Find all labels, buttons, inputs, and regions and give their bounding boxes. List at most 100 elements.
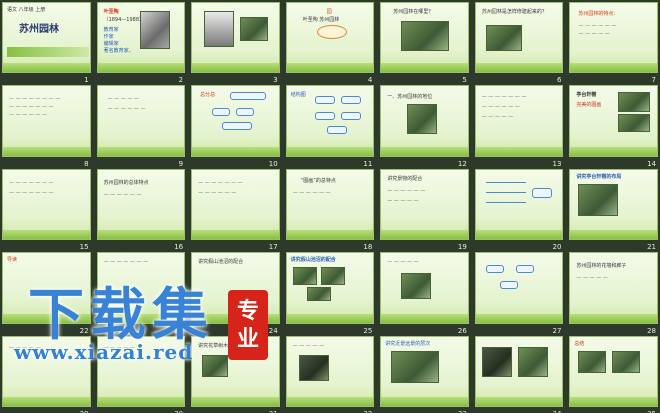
slide-number: 23 <box>174 326 184 335</box>
slide-thumb-28[interactable]: 苏州园林的花墙和廊子 — — — — — 28 <box>569 252 658 335</box>
slide-thumb-18[interactable]: “图画”的总特点 — — — — — — 18 <box>285 168 375 251</box>
slide-number: 19 <box>457 243 467 252</box>
author-line: 编辑家 <box>103 41 119 47</box>
slide-thumb-13[interactable]: — — — — — — — — — — — — — — — — — — 13 <box>474 85 564 168</box>
slide-banner: 讲究假山池沼的配合 <box>290 257 336 264</box>
slide-number: 5 <box>462 76 467 85</box>
garden-photo <box>391 350 440 383</box>
garden-photo <box>481 346 512 377</box>
diagram-box <box>314 96 335 105</box>
slide-thumb-21[interactable]: 讲究亭台轩榭的布局 21 <box>569 168 658 251</box>
slide-number: 14 <box>647 159 656 168</box>
slide-thumb-29[interactable]: — — — — — 29 <box>2 335 91 413</box>
slide-label: 结构图 <box>290 92 306 99</box>
slide-thumb-14[interactable]: 亭台轩榭 完美的图画 14 <box>569 85 658 168</box>
slide-number: 3 <box>273 76 278 85</box>
slide-thumb-5[interactable]: 苏州园林在哪里？ 5 <box>380 2 469 84</box>
slide-preview: — — — — — <box>380 252 469 324</box>
garden-photo <box>517 346 548 377</box>
slide-thumb-2[interactable]: 叶圣陶 （1894—1988） 教育家 作家 编辑家 著名教育家。 2 <box>96 2 186 84</box>
slide-text: 讲究假山池沼的配合 <box>198 259 244 266</box>
slide-thumb-4[interactable]: 园 叶圣陶 苏州园林 4 <box>285 2 375 84</box>
slide-thumbnail-grid: 语文 八年级 上册 苏州园林 1 叶圣陶 （1894—1988） 教育家 作家 … <box>0 0 660 413</box>
slide-thumb-35[interactable]: 总结 35 <box>569 335 658 413</box>
slide-thumb-17[interactable]: — — — — — — — — — — — — — 17 <box>191 168 280 251</box>
slide-preview <box>474 252 564 324</box>
slide-preview: 总分总 <box>191 85 280 157</box>
garden-photo <box>578 183 619 216</box>
garden-photo <box>618 92 651 113</box>
slide-label: 导读 <box>7 257 18 264</box>
slide-preview: 结构图 <box>285 85 375 157</box>
author-portrait <box>139 11 170 49</box>
slide-preview: 叶圣陶 （1894—1988） 教育家 作家 编辑家 著名教育家。 <box>96 2 186 74</box>
slide-thumb-27[interactable]: 27 <box>474 252 564 335</box>
slide-thumb-11[interactable]: 结构图 11 <box>285 85 375 168</box>
slide-preview: 讲究亭台轩榭的布局 <box>569 168 658 241</box>
slide-thumb-8[interactable]: — — — — — — — — — — — — — — — — — — — — … <box>2 85 91 168</box>
diagram-box <box>340 96 361 105</box>
slide-number: 24 <box>268 326 278 335</box>
slide-thumb-6[interactable]: 苏州园林是怎样修建起来的？ 6 <box>474 2 564 84</box>
slide-thumb-9[interactable]: — — — — — — — — — — — 9 <box>96 85 186 168</box>
slide-label: 讲究近景远景的层次 <box>385 340 431 347</box>
garden-photo <box>401 21 450 51</box>
slide-heading: 亭台轩榭 <box>576 92 597 99</box>
garden-photo <box>320 267 345 286</box>
diagram-line <box>485 201 526 203</box>
slide-thumb-16[interactable]: 苏州园林的总体特点 — — — — — — 16 <box>96 168 186 251</box>
slide-number: 22 <box>79 326 89 335</box>
slide-number: 4 <box>367 76 373 85</box>
slide-thumb-34[interactable]: 34 <box>474 335 564 413</box>
slide-number: 26 <box>457 326 467 335</box>
slide-preview: 苏州园林的花墙和廊子 — — — — — <box>569 252 658 324</box>
diagram-box <box>236 108 255 117</box>
slide-text: 总分总 <box>200 92 216 99</box>
slide-number: 25 <box>363 326 373 335</box>
slide-thumb-22[interactable]: 导读 22 <box>2 252 91 335</box>
slide-thumb-19[interactable]: 讲究景物的配合 — — — — — — — — — — — 19 <box>380 168 469 251</box>
slide-preview: 导读 <box>2 252 91 324</box>
diagram-box <box>485 265 504 274</box>
slide-number: 7 <box>651 76 656 85</box>
slide-preview: 总结 <box>569 335 658 407</box>
slide-number: 2 <box>178 76 184 85</box>
garden-photo <box>202 354 229 377</box>
slide-thumb-12[interactable]: 一、苏州园林的地位 12 <box>380 85 469 168</box>
slide-thumb-33[interactable]: 讲究近景远景的层次 33 <box>380 335 469 413</box>
slide-thumb-1[interactable]: 语文 八年级 上册 苏州园林 1 <box>2 2 91 84</box>
author-years: （1894—1988） <box>103 17 145 23</box>
slide-thumb-10[interactable]: 总分总 10 <box>191 85 280 168</box>
slide-thumb-31[interactable]: 讲究花草树木的映衬 31 <box>191 335 280 413</box>
slide-thumb-32[interactable]: — — — — — 32 <box>285 335 375 413</box>
slide-thumb-20[interactable]: 20 <box>474 168 564 251</box>
slide-thumb-15[interactable]: — — — — — — — — — — — — — — 15 <box>2 168 91 251</box>
author-name: 叶圣陶 <box>103 9 119 15</box>
garden-photo <box>612 350 641 373</box>
garden-photo <box>306 287 331 302</box>
slide-subheading: 完美的图画 <box>576 102 602 109</box>
slide-number: 21 <box>647 243 656 252</box>
slide-thumb-26[interactable]: — — — — — 26 <box>380 252 469 335</box>
slide-thumb-23[interactable]: — — — — — — — 23 <box>96 252 186 335</box>
slide-thumb-7[interactable]: 苏州园林的特点： — — — — — — — — — — — 7 <box>569 2 658 84</box>
diagram-box <box>326 126 347 135</box>
slide-preview: — — — — — — — — — — — — — <box>191 168 280 241</box>
slide-thumb-3[interactable]: 3 <box>191 2 280 84</box>
slide-preview: 讲究近景远景的层次 <box>380 335 469 407</box>
garden-photo <box>298 354 329 381</box>
slide-question: 苏州园林在哪里？ <box>393 9 434 15</box>
slide-thumb-25[interactable]: 讲究假山池沼的配合 25 <box>285 252 375 335</box>
slide-preview: 讲究假山池沼的配合 <box>191 252 280 324</box>
slide-thumb-24[interactable]: 讲究假山池沼的配合 24 <box>191 252 280 335</box>
slide-number: 9 <box>178 159 184 168</box>
author-line: 著名教育家。 <box>103 48 134 54</box>
slide-preview <box>191 2 280 74</box>
slide-question: 苏州园林是怎样修建起来的？ <box>481 9 547 15</box>
slide-number: 27 <box>552 326 562 335</box>
slide-number: 12 <box>457 159 467 168</box>
slide-preview <box>474 335 564 407</box>
slide-title: 讲究亭台轩榭的布局 <box>576 173 622 180</box>
slide-thumb-30[interactable]: — — — — — 30 <box>96 335 186 413</box>
slide-text: 讲究花草树木的映衬 <box>198 342 244 349</box>
